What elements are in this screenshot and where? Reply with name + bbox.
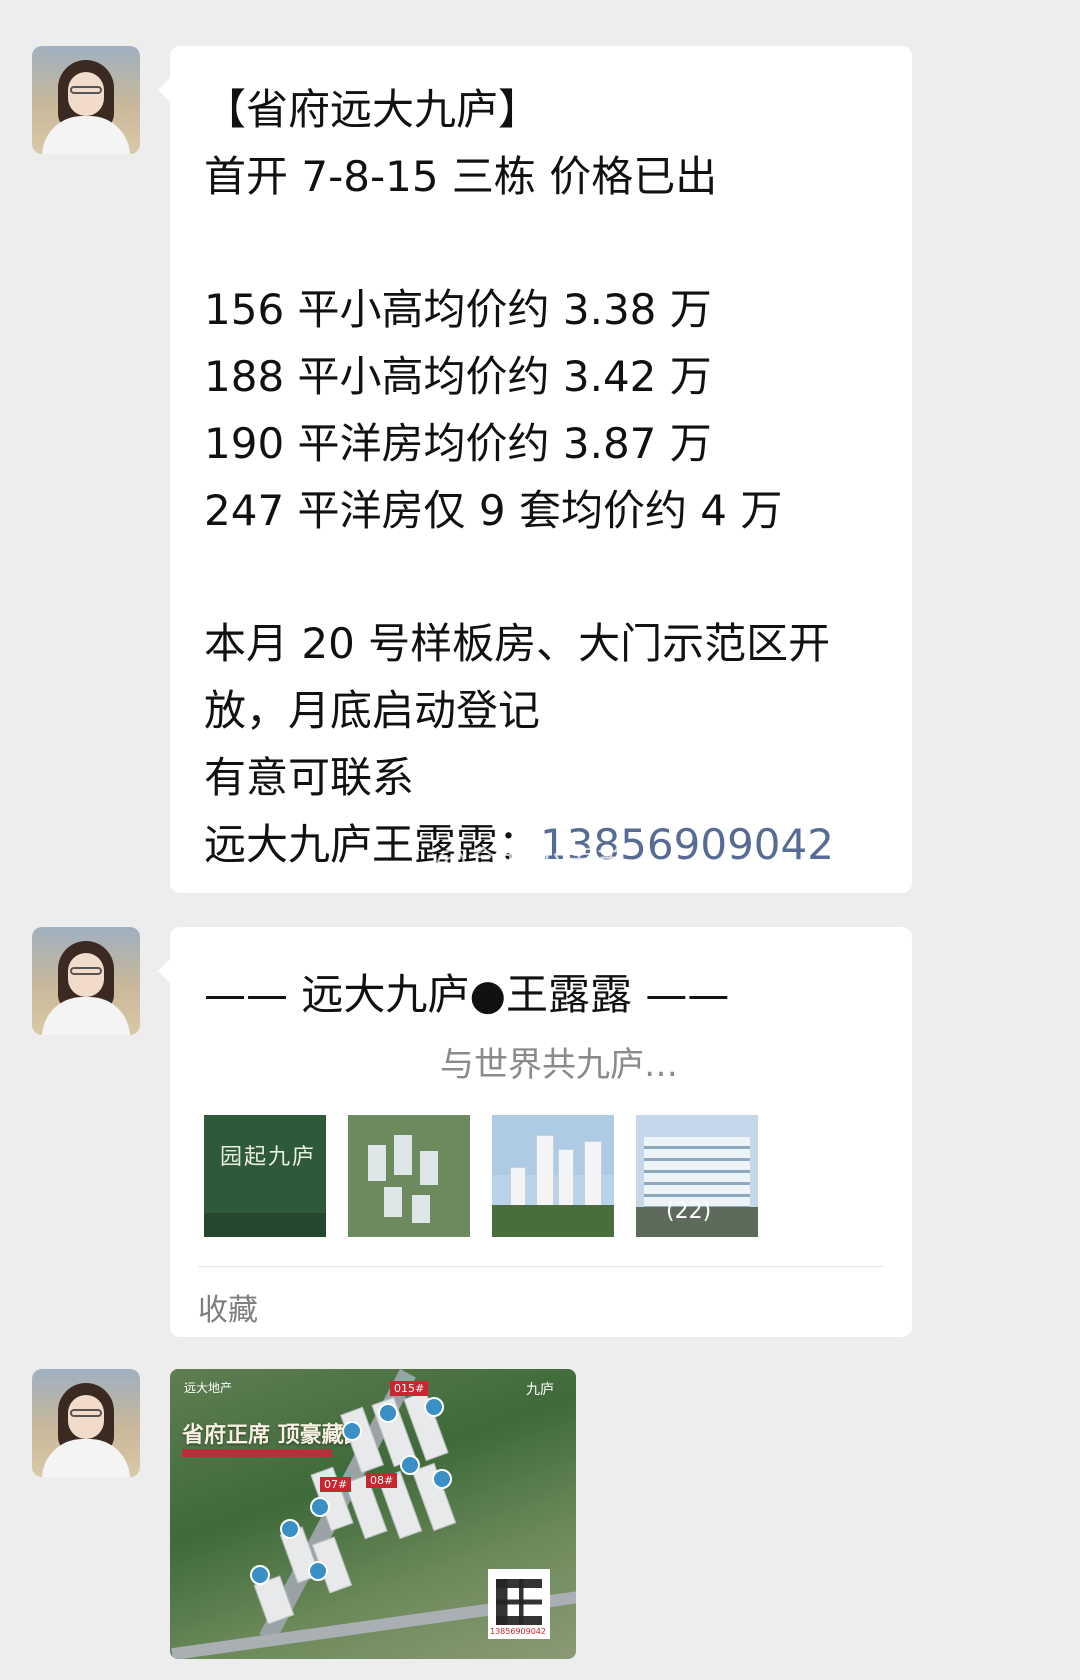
sender-avatar[interactable] [32, 46, 140, 154]
message-line: 190 平洋房均价约 3.87 万 [204, 419, 712, 468]
chat-view: 【省府远大九庐】 首开 7-8-15 三栋 价格已出 156 平小高均价约 3.… [0, 0, 1080, 1680]
message-line [204, 544, 904, 610]
message-line: 本月 20 号样板房、大门示范区开 [204, 619, 831, 668]
message-line: 156 平小高均价约 3.38 万 [204, 285, 712, 334]
card-subtitle: 与世界共九庐… [440, 1045, 678, 1085]
qr-phone-label: 13856909042 [490, 1627, 546, 1636]
image-slogan: 省府正席 顶豪藏品 [182, 1423, 366, 1448]
brand-logo-text: 远大地产 [184, 1381, 233, 1395]
qr-code: 13856909042 [488, 1569, 550, 1639]
message-line: 放，月底启动登记 [204, 686, 541, 735]
card-thumbnail[interactable] [492, 1115, 614, 1237]
thumbnail-caption: 园起九庐 [220, 1145, 317, 1170]
message-line [204, 210, 904, 276]
image-message[interactable]: 远大地产 九庐 省府正席 顶豪藏品 015# 07# 08# 138569090… [170, 1369, 576, 1659]
sender-avatar[interactable] [32, 927, 140, 1035]
card-thumbnail[interactable]: (22) [636, 1115, 758, 1237]
project-logo-text: 九庐 [526, 1382, 554, 1398]
card-source-label: 收藏 [198, 1293, 258, 1328]
message-line: 247 平洋房仅 9 套均价约 4 万 [204, 486, 783, 535]
message-line: 首开 7-8-15 三栋 价格已出 [204, 152, 718, 201]
message-text: 【省府远大九庐】 首开 7-8-15 三栋 价格已出 156 平小高均价约 3.… [204, 76, 904, 878]
building-tag: 08# [366, 1473, 398, 1488]
message-line: 【省府远大九庐】 [204, 85, 541, 134]
watermark: @合肥小表弟 [435, 842, 628, 880]
divider [198, 1266, 884, 1267]
building-tag: 07# [320, 1477, 352, 1492]
building-tag: 015# [390, 1381, 429, 1396]
text-message-bubble[interactable]: 【省府远大九庐】 首开 7-8-15 三栋 价格已出 156 平小高均价约 3.… [158, 46, 912, 893]
message-line: 有意可联系 [204, 753, 415, 802]
sender-avatar[interactable] [32, 1369, 140, 1477]
card-title: —— 远大九庐●王露露 —— [204, 970, 730, 1019]
message-line: 188 平小高均价约 3.42 万 [204, 352, 712, 401]
card-thumbnail[interactable] [348, 1115, 470, 1237]
card-thumbnail[interactable]: 园起九庐 [204, 1115, 326, 1237]
image-count: (22) [666, 1199, 712, 1224]
favorite-card[interactable]: —— 远大九庐●王露露 —— 与世界共九庐… 园起九庐 (22) 收藏 [158, 927, 912, 1337]
